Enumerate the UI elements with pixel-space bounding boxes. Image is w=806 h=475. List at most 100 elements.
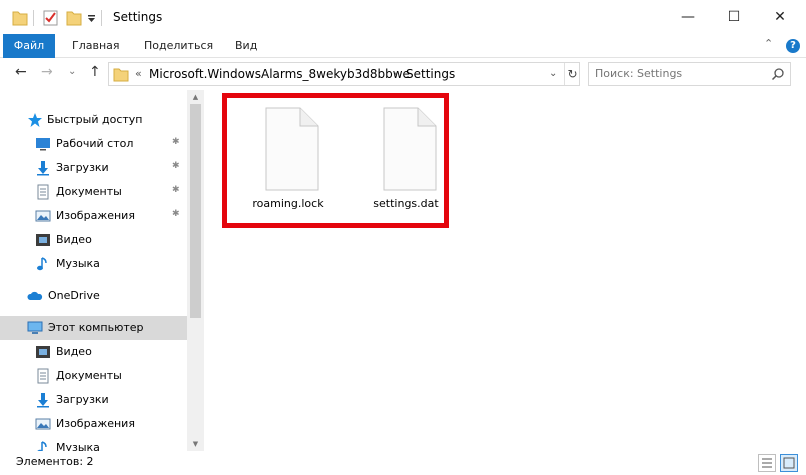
folder-icon[interactable] xyxy=(12,9,28,27)
tab-share[interactable]: Поделиться xyxy=(130,34,227,58)
music-icon xyxy=(37,257,47,271)
help-icon[interactable]: ? xyxy=(786,39,800,53)
downloads-icon xyxy=(37,161,49,176)
close-button[interactable]: ✕ xyxy=(757,0,803,34)
navigation-pane: Быстрый доступ Рабочий стол ✱ Загрузки ✱ xyxy=(0,90,204,451)
sidebar-item-label: Музыка xyxy=(56,441,100,451)
scroll-thumb[interactable] xyxy=(190,104,201,318)
back-button[interactable]: ← xyxy=(15,64,27,80)
sidebar-item-pc-video[interactable]: Видео xyxy=(0,340,187,364)
computer-icon xyxy=(27,321,43,334)
video-icon xyxy=(36,346,50,358)
scroll-up-icon[interactable]: ▲ xyxy=(187,90,204,104)
folder-icon xyxy=(113,68,129,82)
sidebar-item-label: Изображения xyxy=(56,417,135,430)
large-icons-view-button[interactable] xyxy=(780,454,798,472)
music-icon xyxy=(37,441,47,451)
sidebar-item-pc-documents[interactable]: Документы xyxy=(0,364,187,388)
desktop-icon xyxy=(36,138,50,151)
sidebar-item-label: Этот компьютер xyxy=(48,321,144,334)
status-bar: Элементов: 2 xyxy=(0,451,806,475)
close-icon: ✕ xyxy=(774,9,786,25)
pictures-icon xyxy=(35,210,51,222)
sidebar-item-label: Видео xyxy=(56,233,92,246)
video-icon xyxy=(36,234,50,246)
file-name: roaming.lock xyxy=(252,197,324,210)
sidebar-item-this-pc[interactable]: Этот компьютер xyxy=(0,316,187,340)
large-icons-view-icon xyxy=(783,457,795,469)
downloads-icon xyxy=(37,393,49,408)
title-bar: Settings — ☐ ✕ xyxy=(0,0,806,34)
pictures-icon xyxy=(35,418,51,430)
documents-icon xyxy=(37,184,49,200)
tab-home[interactable]: Главная xyxy=(58,34,134,58)
path-overflow-icon[interactable]: « xyxy=(135,67,142,80)
up-button[interactable]: ↑ xyxy=(89,64,101,80)
sidebar-item-label: Быстрый доступ xyxy=(47,113,143,126)
sidebar-item-music[interactable]: Музыка xyxy=(0,252,187,276)
pin-icon[interactable]: ✱ xyxy=(172,209,180,219)
sidebar-item-pc-music[interactable]: Музыка xyxy=(0,436,187,451)
file-icon xyxy=(383,107,437,191)
search-box[interactable] xyxy=(588,62,791,86)
sidebar-item-onedrive[interactable]: OneDrive xyxy=(0,284,187,308)
file-icon xyxy=(265,107,319,191)
address-dropdown-icon[interactable]: ⌄ xyxy=(549,68,557,79)
star-icon xyxy=(28,113,42,127)
sidebar-item-label: OneDrive xyxy=(48,289,100,302)
documents-icon xyxy=(37,368,49,384)
item-count: Элементов: 2 xyxy=(16,455,94,468)
file-item-roaming-lock[interactable]: roaming.lock xyxy=(236,102,326,214)
new-folder-icon[interactable] xyxy=(66,9,82,27)
customize-quick-access-icon[interactable] xyxy=(86,9,96,27)
sidebar-item-label: Документы xyxy=(56,369,122,382)
breadcrumb-segment[interactable]: Settings xyxy=(406,67,455,81)
breadcrumb-separator-icon[interactable]: › xyxy=(393,67,397,80)
title-separator xyxy=(101,10,102,26)
maximize-icon: ☐ xyxy=(727,9,741,25)
pin-icon[interactable]: ✱ xyxy=(172,161,180,171)
sidebar-item-label: Музыка xyxy=(56,257,100,270)
window-title: Settings xyxy=(113,10,163,24)
search-icon[interactable] xyxy=(771,67,785,81)
sidebar-item-pc-pictures[interactable]: Изображения xyxy=(0,412,187,436)
pin-icon[interactable]: ✱ xyxy=(172,185,180,195)
file-item-settings-dat[interactable]: settings.dat xyxy=(354,102,444,214)
sidebar-scrollbar[interactable]: ▲ ▼ xyxy=(187,90,204,451)
search-input[interactable] xyxy=(595,67,765,80)
file-explorer-window: Settings — ☐ ✕ Файл Главная Поделиться В… xyxy=(0,0,806,475)
sidebar-item-video[interactable]: Видео xyxy=(0,228,187,252)
maximize-button[interactable]: ☐ xyxy=(711,0,757,34)
sidebar-item-documents[interactable]: Документы ✱ xyxy=(0,180,187,204)
sidebar-item-pictures[interactable]: Изображения ✱ xyxy=(0,204,187,228)
sidebar-item-label: Видео xyxy=(56,345,92,358)
scroll-down-icon[interactable]: ▼ xyxy=(187,437,204,451)
sidebar-item-pc-downloads[interactable]: Загрузки xyxy=(0,388,187,412)
pin-icon[interactable]: ✱ xyxy=(172,137,180,147)
quick-access-separator xyxy=(33,10,34,26)
file-list-pane[interactable]: roaming.lock settings.dat xyxy=(204,90,806,451)
properties-icon[interactable] xyxy=(42,9,60,27)
ribbon-tabs: Файл Главная Поделиться Вид ⌃ ? xyxy=(0,34,806,58)
details-view-icon xyxy=(762,458,772,468)
file-name: settings.dat xyxy=(373,197,439,210)
recent-locations-button[interactable]: ⌄ xyxy=(68,66,76,77)
sidebar-item-label: Изображения xyxy=(56,209,135,222)
refresh-button[interactable]: ↻ xyxy=(564,63,580,85)
address-bar[interactable]: « Microsoft.WindowsAlarms_8wekyb3d8bbwe … xyxy=(108,62,580,86)
sidebar-item-label: Документы xyxy=(56,185,122,198)
sidebar-item-quick-access[interactable]: Быстрый доступ xyxy=(0,108,187,132)
breadcrumb-segment[interactable]: Microsoft.WindowsAlarms_8wekyb3d8bbwe xyxy=(149,67,410,81)
navigation-bar: ← → ⌄ ↑ « Microsoft.WindowsAlarms_8wekyb… xyxy=(0,58,806,90)
sidebar-item-downloads[interactable]: Загрузки ✱ xyxy=(0,156,187,180)
tab-view[interactable]: Вид xyxy=(221,34,271,58)
tab-file[interactable]: Файл xyxy=(3,34,55,58)
sidebar-item-label: Загрузки xyxy=(56,393,109,406)
sidebar-item-desktop[interactable]: Рабочий стол ✱ xyxy=(0,132,187,156)
details-view-button[interactable] xyxy=(758,454,776,472)
minimize-button[interactable]: — xyxy=(665,0,711,34)
expand-ribbon-icon[interactable]: ⌃ xyxy=(764,37,773,50)
minimize-icon: — xyxy=(681,9,695,25)
cloud-icon xyxy=(27,291,43,300)
forward-button[interactable]: → xyxy=(41,64,53,80)
